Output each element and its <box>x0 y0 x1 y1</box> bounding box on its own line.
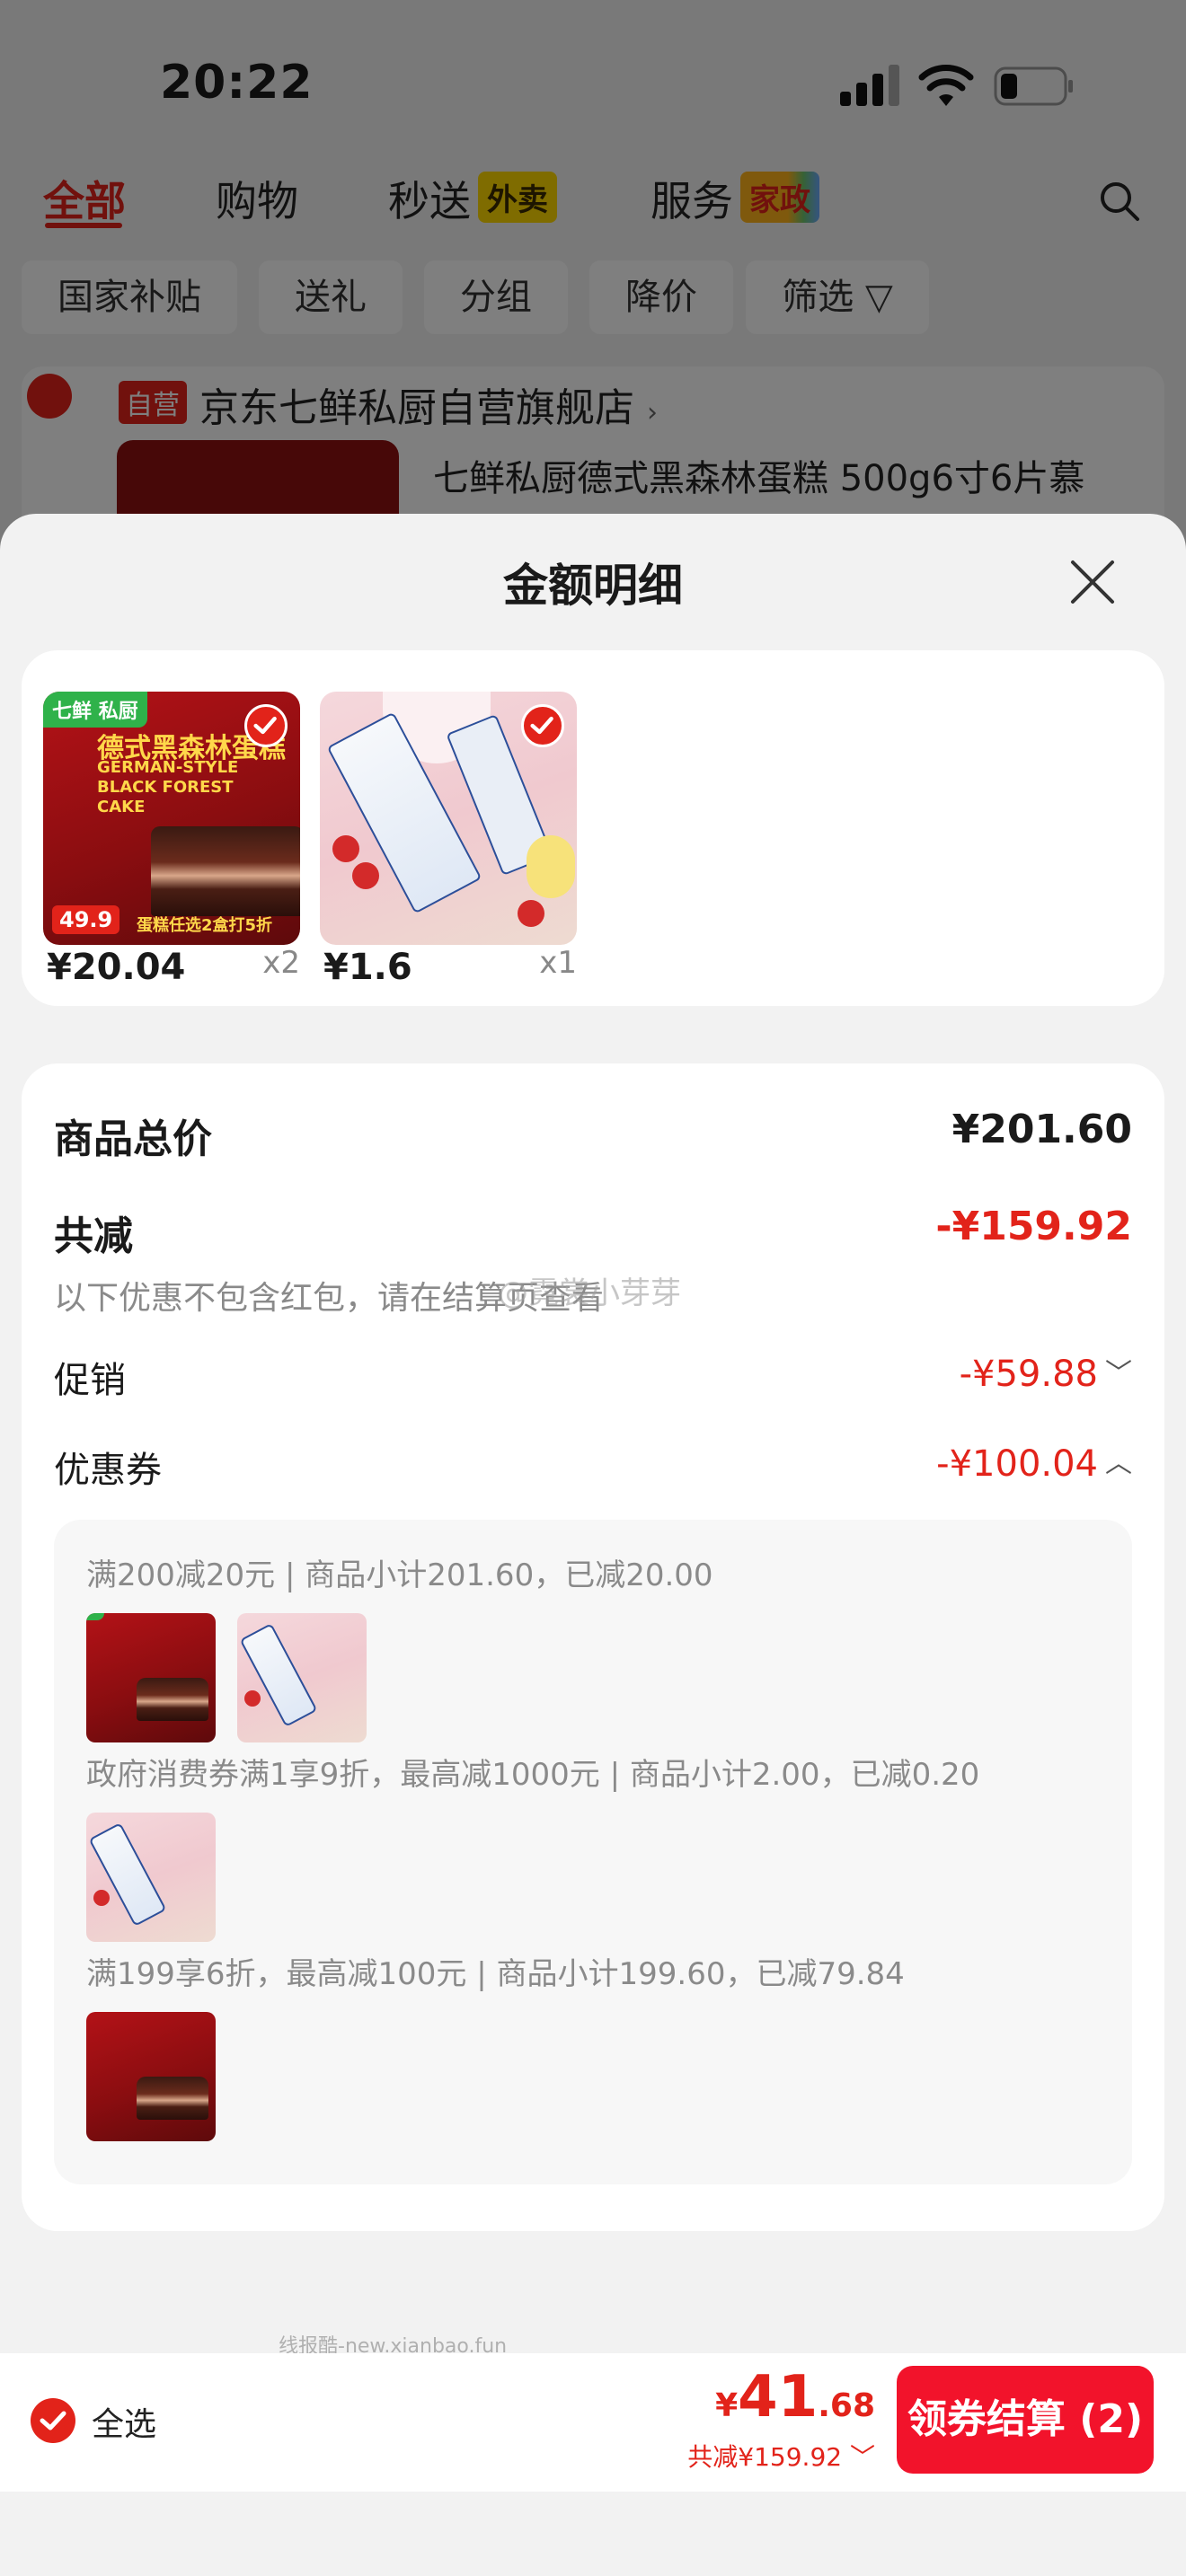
product-image-cake[interactable]: 七鲜 私厨 德式黑森林蛋糕 GERMAN-STYLE BLACK FOREST … <box>43 692 300 945</box>
strawberry-illustration <box>352 862 379 889</box>
chevron-down-icon: ﹀ <box>849 2442 875 2472</box>
checkout-bar: 全选 ¥41.68 共减¥159.92 ﹀ 领券结算 (2) <box>0 2353 1186 2492</box>
cake-slice-illustration <box>151 826 300 916</box>
cake-subtitle: GERMAN-STYLE BLACK FOREST CAKE <box>97 758 239 816</box>
amount-detail-card: 商品总价 ¥201.60 共减 -¥159.92 以下优惠不包含红包，请在结算页… <box>22 1063 1164 2231</box>
select-all-checkbox[interactable] <box>31 2398 75 2443</box>
lemon-illustration <box>527 835 575 898</box>
coupon-value: -¥100.04 <box>936 1443 1098 1485</box>
strawberry-illustration <box>518 900 544 927</box>
discount-total-label: 共减 <box>54 1213 133 1259</box>
cake-promo-text: 蛋糕任选2盒打5折 <box>137 916 273 935</box>
promo-label: 促销 <box>54 1360 126 1401</box>
user-watermark: @霓裳小芽芽 <box>498 1275 681 1311</box>
strawberry-illustration <box>332 835 359 862</box>
sheet-title: 金额明细 <box>503 560 683 612</box>
coupon-line: 政府消费券满1享9折，最高减1000元 | 商品小计2.00，已减0.20 <box>86 1757 980 1793</box>
close-icon[interactable] <box>1064 553 1121 611</box>
product-price: ¥20.04 <box>47 947 186 988</box>
brand-tag: 七鲜 私厨 <box>43 692 147 728</box>
cake-slice-illustration <box>137 2077 208 2120</box>
amount-detail-sheet: 金额明细 七鲜 私厨 德式黑森林蛋糕 GERMAN-STYLE BLACK FO… <box>0 514 1186 2576</box>
check-icon <box>40 2411 66 2430</box>
cake-price-tag: 49.9 <box>52 905 120 934</box>
promo-row[interactable]: -¥59.88 ﹀ <box>960 1351 1132 1395</box>
coupon-label: 优惠券 <box>54 1450 162 1491</box>
product-qty: x2 <box>262 945 300 981</box>
milk-box-illustration <box>88 1822 167 1927</box>
check-icon <box>530 716 553 735</box>
goods-total-value: ¥201.60 <box>951 1107 1132 1152</box>
check-icon <box>253 716 277 735</box>
coupon-line: 满199享6折，最高减100元 | 商品小计199.60，已减79.84 <box>86 1956 905 1992</box>
product-price: ¥1.6 <box>323 947 412 988</box>
product-checkbox-checked[interactable] <box>521 704 564 747</box>
saved-amount[interactable]: 共减¥159.92 ﹀ <box>687 2438 875 2474</box>
promo-value: -¥59.88 <box>959 1354 1098 1395</box>
strawberry-illustration <box>244 1690 261 1707</box>
milk-box-illustration <box>239 1623 318 1727</box>
select-all-label[interactable]: 全选 <box>92 2398 156 2445</box>
coupon-product-thumbnail <box>237 1613 367 1742</box>
coupon-product-thumbnail <box>86 1613 216 1742</box>
coupon-row[interactable]: -¥100.04 ︿ <box>936 1441 1132 1485</box>
goods-total-label: 商品总价 <box>54 1116 212 1162</box>
coupon-product-thumbnail <box>86 1813 216 1942</box>
chevron-up-icon: ︿ <box>1105 1448 1132 1479</box>
chevron-down-icon: ﹀ <box>1105 1358 1132 1389</box>
cake-slice-illustration <box>137 1678 208 1721</box>
checkout-button[interactable]: 领券结算 (2) <box>897 2366 1154 2474</box>
total-price: ¥41.68 <box>715 2364 875 2430</box>
coupon-line: 满200减20元 | 商品小计201.60，已减20.00 <box>86 1557 713 1593</box>
product-image-milk[interactable] <box>320 692 577 945</box>
coupon-breakdown: 满200减20元 | 商品小计201.60，已减20.00 政府消费券满1享9折… <box>54 1520 1132 2184</box>
discount-total-value: -¥159.92 <box>935 1204 1132 1249</box>
strawberry-illustration <box>93 1890 110 1906</box>
coupon-product-thumbnail <box>86 2012 216 2141</box>
product-qty: x1 <box>539 945 577 981</box>
brand-tag <box>86 1613 104 1620</box>
product-checkbox-checked[interactable] <box>244 704 288 747</box>
selected-products-card: 七鲜 私厨 德式黑森林蛋糕 GERMAN-STYLE BLACK FOREST … <box>22 650 1164 1006</box>
